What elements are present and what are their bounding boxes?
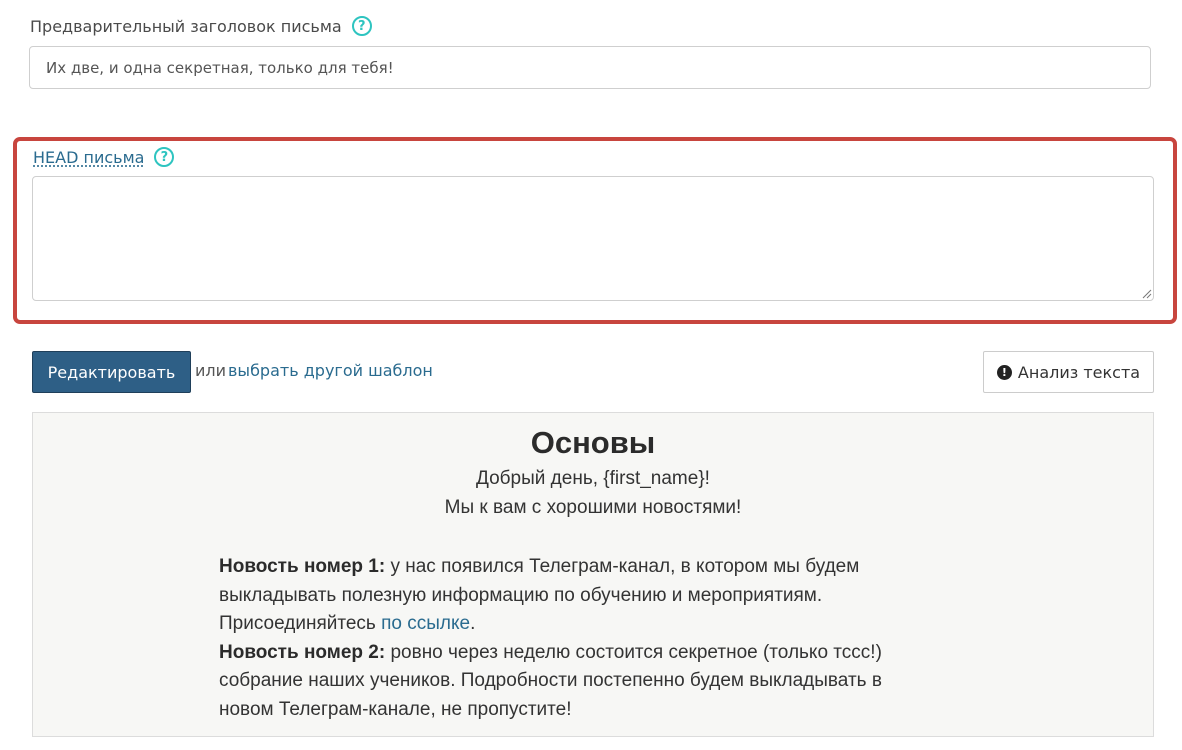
preheader-label-text: Предварительный заголовок письма: [30, 16, 342, 36]
exclamation-circle-icon: !: [996, 364, 1012, 380]
analyze-text-label: Анализ текста: [1017, 362, 1141, 382]
preview-news-block: Новость номер 1: у нас появился Телеграм…: [219, 553, 939, 725]
preheader-label: Предварительный заголовок письма ?: [30, 16, 372, 36]
question-circle-icon[interactable]: ?: [154, 147, 175, 167]
news1-label: Новость номер 1:: [219, 556, 386, 577]
preview-greeting: Добрый день, {first_name}!: [476, 468, 710, 489]
edit-button[interactable]: Редактировать: [32, 351, 191, 393]
question-circle-icon[interactable]: ?: [351, 16, 372, 36]
head-label: HEAD письма ?: [33, 147, 175, 167]
preview-intro: Мы к вам с хорошими новостями!: [444, 497, 742, 518]
choose-template-link[interactable]: выбрать другой шаблон: [228, 361, 433, 380]
head-textarea[interactable]: [32, 176, 1154, 301]
preheader-input[interactable]: [29, 46, 1151, 89]
preview-title: Основы: [530, 425, 656, 460]
email-preview: Основы Добрый день, {first_name}! Мы к в…: [32, 412, 1154, 737]
head-label-text[interactable]: HEAD письма: [33, 148, 144, 167]
news1-after-link: .: [470, 613, 476, 635]
news2-label: Новость номер 2:: [219, 641, 386, 663]
news1-link[interactable]: по ссылке: [381, 613, 470, 634]
analyze-text-button[interactable]: ! Анализ текста: [983, 351, 1154, 393]
or-text: или: [195, 361, 227, 380]
resize-grip-icon[interactable]: [1140, 287, 1152, 299]
